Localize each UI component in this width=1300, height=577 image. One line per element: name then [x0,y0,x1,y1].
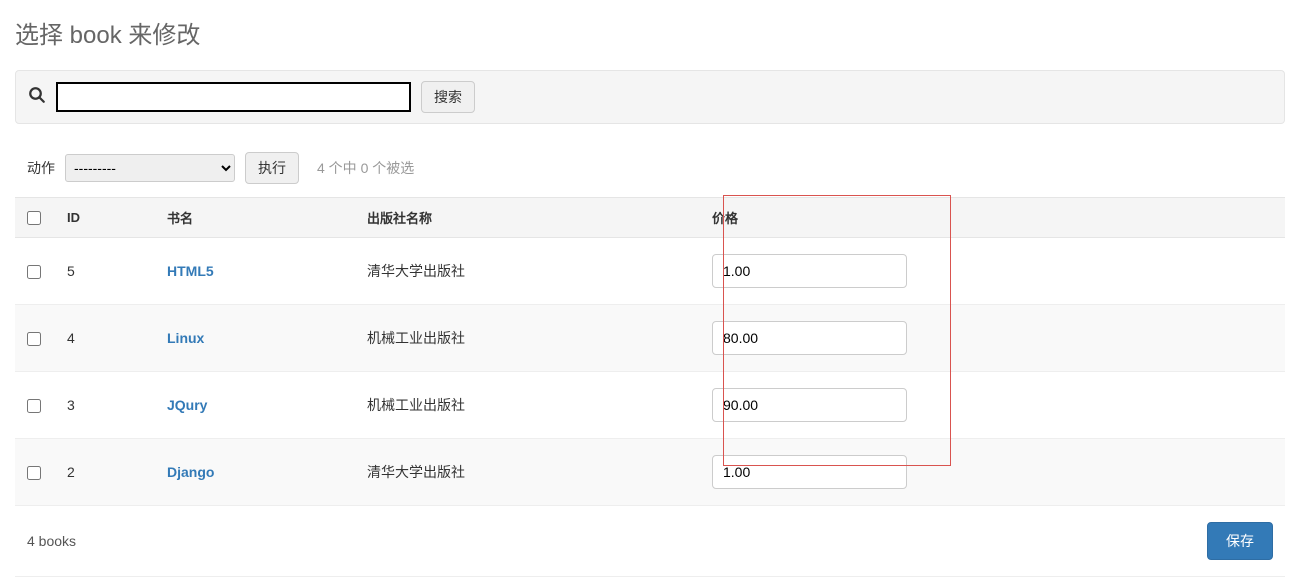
cell-publisher: 清华大学出版社 [355,439,700,506]
row-checkbox[interactable] [27,265,41,279]
search-input[interactable] [56,82,411,112]
book-link[interactable]: HTML5 [167,263,214,279]
book-link[interactable]: Django [167,464,214,480]
search-button[interactable]: 搜索 [421,81,475,113]
header-id[interactable]: ID [55,198,155,238]
cell-id: 2 [55,439,155,506]
page-title: 选择 book 来修改 [15,15,1285,50]
action-select[interactable]: --------- [65,154,235,182]
search-bar: 搜索 [15,70,1285,124]
header-price[interactable]: 价格 [700,198,925,238]
cell-publisher: 机械工业出版社 [355,305,700,372]
row-checkbox[interactable] [27,399,41,413]
table-row: 2 Django 清华大学出版社 [15,439,1285,506]
table-row: 5 HTML5 清华大学出版社 [15,238,1285,305]
price-input[interactable] [712,254,907,288]
actions-label: 动作 [27,158,55,178]
cell-id: 5 [55,238,155,305]
row-checkbox[interactable] [27,466,41,480]
table-row: 3 JQury 机械工业出版社 [15,372,1285,439]
header-publisher[interactable]: 出版社名称 [355,198,700,238]
header-blank [925,198,1285,238]
table-row: 4 Linux 机械工业出版社 [15,305,1285,372]
price-input[interactable] [712,321,907,355]
go-button[interactable]: 执行 [245,152,299,184]
book-link[interactable]: Linux [167,330,204,346]
select-all-checkbox[interactable] [27,211,41,225]
cell-id: 3 [55,372,155,439]
save-button[interactable]: 保存 [1207,522,1273,560]
header-checkbox-cell [15,198,55,238]
book-link[interactable]: JQury [167,397,207,413]
cell-publisher: 清华大学出版社 [355,238,700,305]
actions-row: 动作 --------- 执行 4 个中 0 个被选 [15,144,1285,192]
cell-id: 4 [55,305,155,372]
search-icon [28,86,46,109]
footer-row: 4 books 保存 [15,506,1285,577]
result-count: 4 books [27,533,76,549]
cell-publisher: 机械工业出版社 [355,372,700,439]
results-table: ID 书名 出版社名称 价格 5 HTML5 清华大学出版社 [15,197,1285,506]
selection-counter: 4 个中 0 个被选 [317,158,414,178]
price-input[interactable] [712,455,907,489]
header-title[interactable]: 书名 [155,198,355,238]
row-checkbox[interactable] [27,332,41,346]
price-input[interactable] [712,388,907,422]
